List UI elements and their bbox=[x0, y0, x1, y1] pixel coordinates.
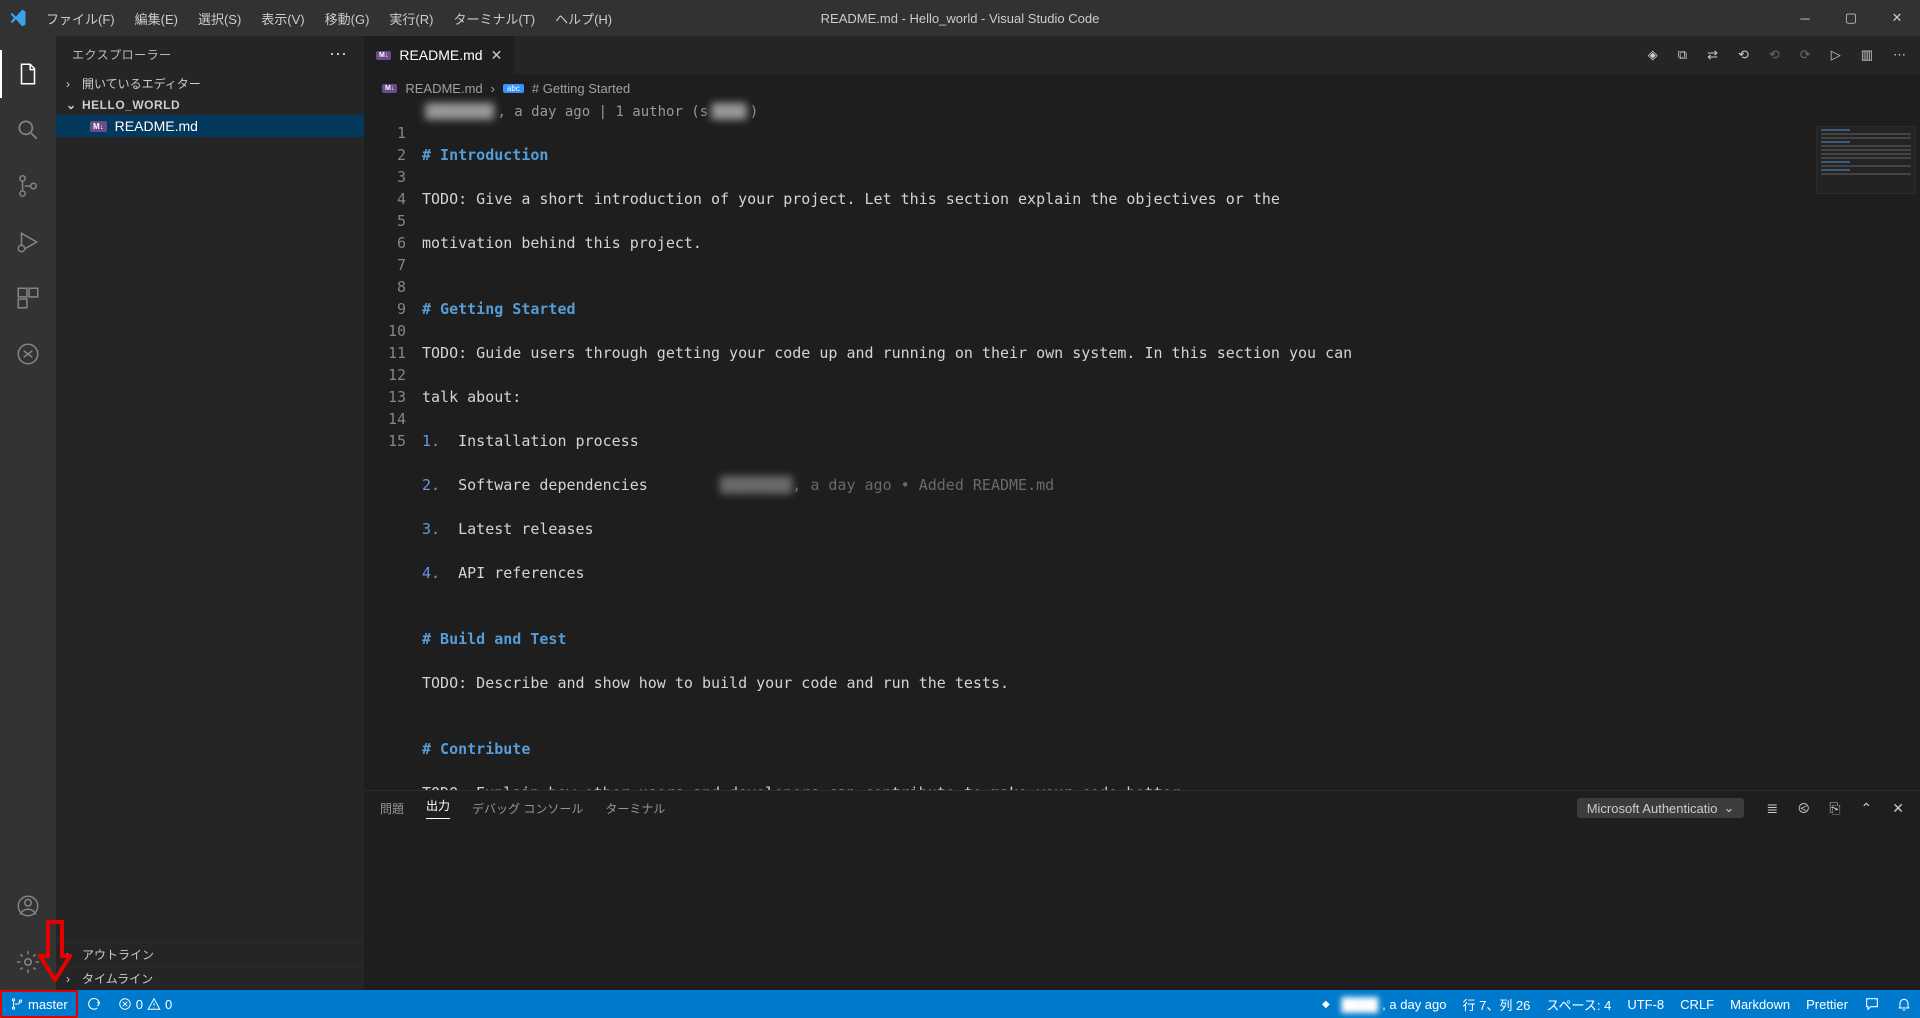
menubar: ファイル(F) 編集(E) 選択(S) 表示(V) 移動(G) 実行(R) ター… bbox=[36, 5, 622, 32]
editor-area: M↓ README.md ✕ ◈ ⧉ ⇄ ⟲ ⟲ ⟳ ▷ ▥ ⋯ M↓ READ… bbox=[364, 36, 1920, 990]
problems-count[interactable]: 0 0 bbox=[110, 990, 180, 1018]
more-actions-icon[interactable]: ⋯ bbox=[1893, 47, 1906, 63]
revert-icon[interactable]: ⟲ bbox=[1769, 47, 1780, 63]
window-title: README.md - Hello_world - Visual Studio … bbox=[821, 11, 1100, 26]
settings-icon[interactable] bbox=[0, 934, 56, 990]
file-readme[interactable]: M↓README.md bbox=[56, 115, 364, 137]
menu-file[interactable]: ファイル(F) bbox=[36, 5, 125, 32]
gitlens-codelens[interactable]: ████████, a day ago | 1 author (s████) bbox=[364, 102, 1920, 122]
explorer-title: エクスプローラー ⋯ bbox=[56, 36, 364, 72]
editor-tabs: M↓ README.md ✕ ◈ ⧉ ⇄ ⟲ ⟲ ⟳ ▷ ▥ ⋯ bbox=[364, 36, 1920, 74]
minimap[interactable] bbox=[1810, 122, 1920, 790]
azure-icon[interactable] bbox=[0, 326, 56, 382]
panel-tab-problems[interactable]: 問題 bbox=[380, 800, 404, 817]
language-mode[interactable]: Markdown bbox=[1722, 990, 1798, 1018]
markdown-file-icon: M↓ bbox=[376, 51, 391, 60]
code-content[interactable]: # Introduction TODO: Give a short introd… bbox=[422, 122, 1920, 790]
markdown-file-icon: M↓ bbox=[90, 121, 107, 132]
status-bar: master 0 0 ◆ ████, a day ago 行 7、列 26 スペ… bbox=[0, 990, 1920, 1018]
run-icon[interactable]: ▷ bbox=[1831, 47, 1841, 63]
search-icon[interactable] bbox=[0, 102, 56, 158]
menu-view[interactable]: 表示(V) bbox=[251, 5, 314, 32]
extensions-icon[interactable] bbox=[0, 270, 56, 326]
explorer-icon[interactable] bbox=[0, 46, 56, 102]
outline-section[interactable]: ›アウトライン bbox=[56, 942, 364, 966]
git-branch[interactable]: master bbox=[0, 990, 78, 1018]
chevron-down-icon: ⌄ bbox=[1723, 800, 1734, 816]
editor[interactable]: 123456789101112131415 # Introduction TOD… bbox=[364, 122, 1920, 790]
accounts-icon[interactable] bbox=[0, 878, 56, 934]
notifications-icon[interactable] bbox=[1888, 990, 1920, 1018]
breadcrumb[interactable]: M↓ README.md › abc # Getting Started bbox=[364, 74, 1920, 102]
cursor-position[interactable]: 行 7、列 26 bbox=[1455, 990, 1539, 1018]
open-editors-section[interactable]: ›開いているエディター bbox=[56, 72, 364, 95]
go-back-icon[interactable]: ⟲ bbox=[1738, 47, 1749, 63]
maximize-panel-icon[interactable]: ⌃ bbox=[1861, 800, 1873, 817]
encoding[interactable]: UTF-8 bbox=[1619, 990, 1672, 1018]
go-forward-icon[interactable]: ⟳ bbox=[1800, 47, 1811, 63]
run-debug-icon[interactable] bbox=[0, 214, 56, 270]
close-tab-icon[interactable]: ✕ bbox=[491, 47, 503, 64]
eol[interactable]: CRLF bbox=[1672, 990, 1722, 1018]
menu-go[interactable]: 移動(G) bbox=[315, 5, 380, 32]
feedback-icon[interactable] bbox=[1856, 990, 1888, 1018]
close-panel-icon[interactable]: ✕ bbox=[1892, 800, 1904, 817]
menu-run[interactable]: 実行(R) bbox=[379, 5, 443, 32]
sync-button[interactable] bbox=[78, 990, 110, 1018]
menu-help[interactable]: ヘルプ(H) bbox=[545, 5, 622, 32]
more-icon[interactable]: ⋯ bbox=[329, 44, 348, 65]
source-control-icon[interactable] bbox=[0, 158, 56, 214]
git-compare-icon[interactable]: ⇄ bbox=[1707, 47, 1718, 63]
menu-edit[interactable]: 編集(E) bbox=[125, 5, 188, 32]
titlebar: ファイル(F) 編集(E) 選択(S) 表示(V) 移動(G) 実行(R) ター… bbox=[0, 0, 1920, 36]
vscode-logo bbox=[0, 0, 36, 36]
menu-selection[interactable]: 選択(S) bbox=[188, 5, 251, 32]
panel-tab-debug-console[interactable]: デバッグ コンソール bbox=[472, 800, 583, 817]
close-button[interactable]: ✕ bbox=[1874, 0, 1920, 36]
maximize-button[interactable]: ▢ bbox=[1828, 0, 1874, 36]
line-numbers: 123456789101112131415 bbox=[364, 122, 418, 452]
preview-side-icon[interactable]: ⧉ bbox=[1678, 47, 1687, 63]
filter-icon[interactable]: ≣ bbox=[1766, 800, 1778, 817]
split-editor-icon[interactable]: ▥ bbox=[1861, 47, 1873, 63]
panel-tab-terminal[interactable]: ターミナル bbox=[605, 800, 665, 817]
gitlens-icon[interactable]: ◈ bbox=[1648, 47, 1658, 63]
explorer-panel: エクスプローラー ⋯ ›開いているエディター ⌄HELLO_WORLD M↓RE… bbox=[56, 36, 364, 990]
markdown-file-icon: M↓ bbox=[382, 84, 397, 93]
activity-bar bbox=[0, 36, 56, 990]
indentation[interactable]: スペース: 4 bbox=[1538, 990, 1619, 1018]
formatter[interactable]: Prettier bbox=[1798, 990, 1856, 1018]
folder-section[interactable]: ⌄HELLO_WORLD bbox=[56, 95, 364, 115]
output-body[interactable] bbox=[364, 825, 1920, 990]
window-controls: ─ ▢ ✕ bbox=[1782, 0, 1920, 36]
symbol-string-icon: abc bbox=[503, 84, 524, 93]
minimize-button[interactable]: ─ bbox=[1782, 0, 1828, 36]
lock-icon[interactable]: ⧀ bbox=[1798, 800, 1809, 817]
clear-icon[interactable]: ⎘ bbox=[1829, 800, 1840, 817]
panel-tab-output[interactable]: 出力 bbox=[426, 797, 450, 819]
tab-readme[interactable]: M↓ README.md ✕ bbox=[364, 36, 515, 74]
bottom-panel: 問題 出力 デバッグ コンソール ターミナル Microsoft Authent… bbox=[364, 790, 1920, 990]
menu-terminal[interactable]: ターミナル(T) bbox=[443, 5, 545, 32]
timeline-section[interactable]: ›タイムライン bbox=[56, 966, 364, 990]
gitlens-blame-status[interactable]: ◆ ████, a day ago bbox=[1314, 990, 1455, 1018]
output-channel-select[interactable]: Microsoft Authenticatio⌄ bbox=[1577, 798, 1745, 818]
